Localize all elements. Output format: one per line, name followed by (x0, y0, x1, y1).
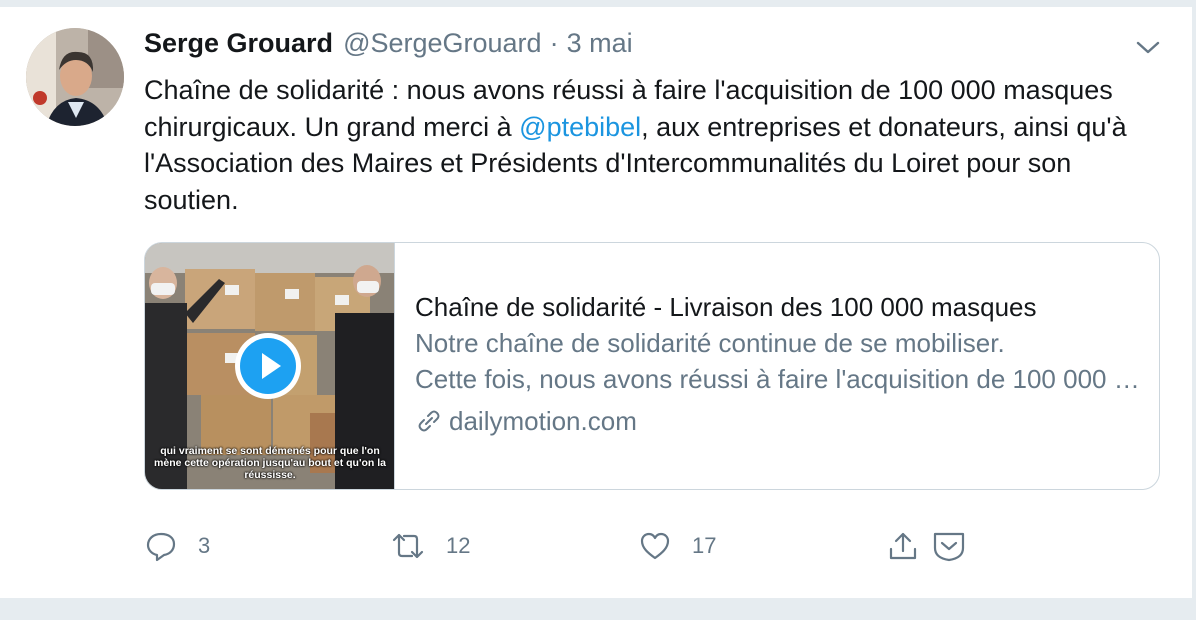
tweet-header: Serge Grouard @SergeGrouard · 3 mai (144, 28, 633, 68)
retweet-icon (392, 533, 424, 559)
top-divider (0, 0, 1196, 7)
mention-link[interactable]: @ptebibel (519, 112, 641, 142)
tip-jar-icon (933, 532, 965, 562)
card-domain-text: dailymotion.com (449, 406, 637, 436)
separator-dot: · (549, 28, 559, 58)
retweet-count: 12 (446, 533, 471, 558)
author-name[interactable]: Serge Grouard (144, 28, 333, 59)
share-button[interactable] (886, 528, 920, 564)
link-icon (418, 410, 440, 432)
chevron-down-icon (1136, 41, 1160, 54)
avatar[interactable] (26, 28, 124, 126)
more-options-button[interactable] (1134, 38, 1162, 58)
card-title: Chaîne de solidarité - Livraison des 100… (415, 292, 1037, 322)
reply-count: 3 (198, 533, 211, 558)
author-handle[interactable]: @SergeGrouard (343, 28, 542, 59)
reply-icon (146, 532, 176, 562)
link-card[interactable]: qui vraiment se sont démenés pour que l'… (144, 242, 1160, 490)
play-icon (240, 338, 296, 394)
tweet-date[interactable]: 3 mai (567, 28, 633, 59)
like-button[interactable]: 17 (638, 528, 716, 564)
card-description-line-1: Notre chaîne de solidarité continue de s… (415, 328, 1005, 358)
share-icon (889, 532, 917, 560)
retweet-button[interactable]: 12 (390, 528, 470, 564)
bottom-divider (0, 598, 1196, 620)
like-count: 17 (692, 533, 717, 558)
card-description-line-2: Cette fois, nous avons réussi à faire l'… (415, 364, 1145, 394)
right-divider (1192, 0, 1196, 598)
card-body: Chaîne de solidarité - Livraison des 100… (415, 289, 1145, 439)
play-button[interactable] (235, 333, 301, 399)
tweet-actions: 3 12 17 (144, 528, 984, 564)
reply-button[interactable]: 3 (144, 528, 210, 564)
video-caption: qui vraiment se sont démenés pour que l'… (154, 445, 386, 481)
tweet-text: Chaîne de solidarité : nous avons réussi… (144, 72, 1144, 218)
card-domain: dailymotion.com (415, 403, 1145, 439)
tip-jar-button[interactable] (932, 528, 966, 564)
video-thumbnail[interactable]: qui vraiment se sont démenés pour que l'… (145, 243, 395, 489)
like-icon (640, 532, 670, 560)
